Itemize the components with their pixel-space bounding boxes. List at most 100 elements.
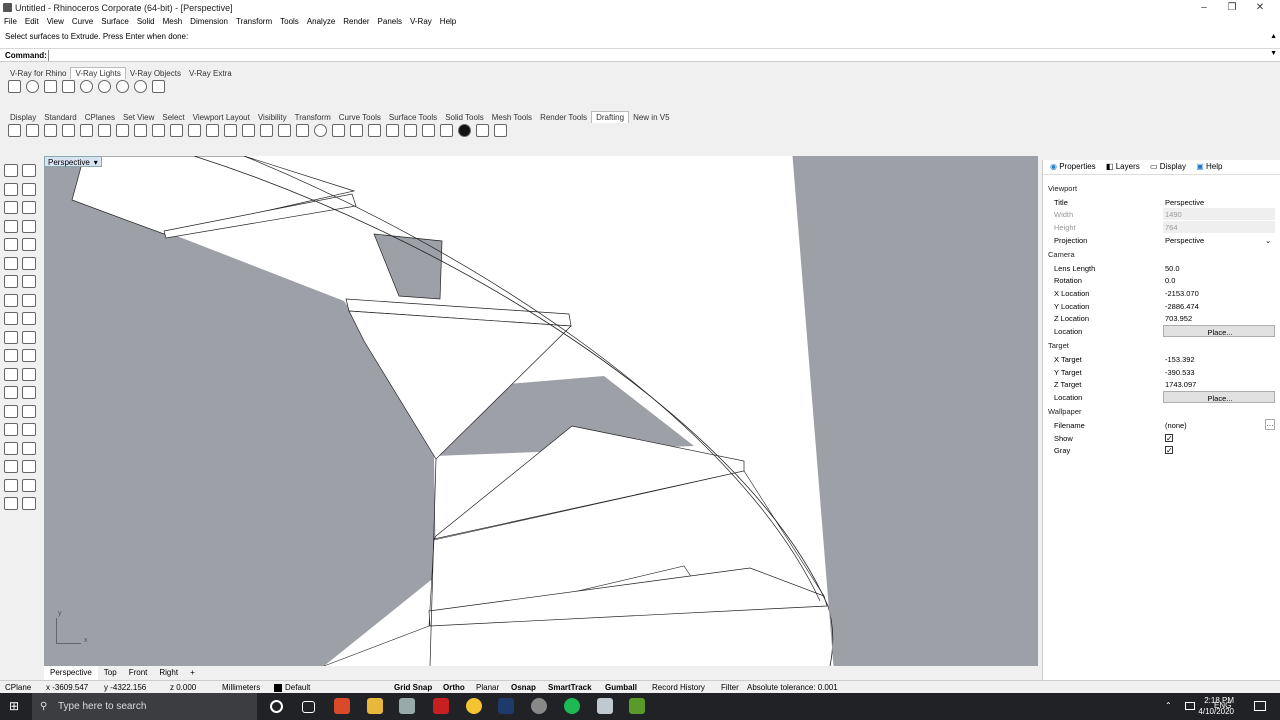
free-curve-tool-icon[interactable]	[4, 256, 18, 270]
menu-panels[interactable]: Panels	[374, 15, 406, 29]
polyline-tool-icon[interactable]	[4, 182, 18, 196]
polygon-tool-icon[interactable]	[22, 238, 36, 251]
offset-tool-icon[interactable]	[22, 256, 36, 270]
chrome-icon[interactable]	[466, 698, 482, 714]
spot-light-icon[interactable]	[44, 80, 57, 93]
tab-mesh-tools[interactable]: Mesh Tools	[488, 112, 536, 123]
scale-tool-icon[interactable]	[22, 349, 36, 362]
tab-visibility[interactable]: Visibility	[254, 112, 291, 123]
rotated-dim-icon[interactable]	[98, 124, 111, 137]
menu-file[interactable]: File	[0, 15, 21, 29]
tab-vray-objects[interactable]: V-Ray Objects	[126, 68, 185, 79]
prop-y-target-value[interactable]: -390.533	[1163, 366, 1275, 378]
text-icon[interactable]	[224, 124, 237, 137]
prop-x-target-value[interactable]: -153.392	[1163, 353, 1275, 365]
tab-new-in-v5[interactable]: New in V5	[629, 112, 673, 123]
add-viewport-button[interactable]: +	[184, 666, 201, 680]
menu-render[interactable]: Render	[339, 15, 373, 29]
tab-surface-tools[interactable]: Surface Tools	[385, 112, 441, 123]
panel-tab-layers[interactable]: ◧ Layers	[1102, 160, 1144, 174]
notifications-icon[interactable]	[1254, 701, 1266, 711]
prop-y-location-value[interactable]: -2886.474	[1163, 300, 1275, 312]
tray-chevron-icon[interactable]: ⌃	[1165, 701, 1172, 710]
network-tool-icon[interactable]	[22, 423, 36, 436]
command-input[interactable]	[48, 50, 1266, 61]
copy-tool-icon[interactable]	[22, 330, 36, 344]
viewport-menu-icon[interactable]: ▾	[94, 158, 98, 167]
sphere-light-icon[interactable]	[26, 80, 39, 93]
menu-solid[interactable]: Solid	[133, 15, 159, 29]
menu-mesh[interactable]: Mesh	[159, 15, 187, 29]
rotate-tool-icon[interactable]	[4, 349, 18, 362]
tab-viewport-layout[interactable]: Viewport Layout	[189, 112, 254, 123]
omni-light-icon[interactable]	[80, 80, 93, 93]
task-view-icon[interactable]	[302, 701, 315, 713]
aligned-dim-icon[interactable]	[80, 124, 93, 137]
prop-z-target-value[interactable]: 1743.097	[1163, 378, 1275, 390]
block-icon[interactable]	[422, 124, 435, 137]
ellipse-tool-icon[interactable]	[22, 219, 36, 233]
rhino-taskbar-icon[interactable]	[399, 698, 415, 714]
select-tool-icon[interactable]	[4, 164, 18, 177]
cage-tool-icon[interactable]	[22, 497, 36, 510]
dimension-icon[interactable]	[62, 124, 75, 137]
dot-icon[interactable]	[458, 124, 471, 137]
sweep-tool-icon[interactable]	[22, 404, 36, 418]
browse-icon[interactable]: …	[1265, 419, 1275, 430]
text-block-icon[interactable]	[368, 124, 381, 137]
text-field-icon[interactable]	[386, 124, 399, 137]
dome-light-icon[interactable]	[116, 80, 129, 93]
circle-tool-icon[interactable]	[4, 219, 18, 233]
cylinder-tool-icon[interactable]	[4, 460, 18, 473]
surface-tool-icon[interactable]	[4, 386, 18, 399]
ies-light-icon[interactable]	[62, 80, 75, 93]
leader-icon[interactable]	[206, 124, 219, 137]
diameter-dim-icon[interactable]	[170, 124, 183, 137]
tab-drafting[interactable]: Drafting	[591, 111, 630, 123]
tab-standard[interactable]: Standard	[40, 112, 80, 123]
menu-curve[interactable]: Curve	[68, 15, 97, 29]
close-button[interactable]: ✕	[1244, 0, 1276, 15]
mirror-tool-icon[interactable]	[4, 367, 18, 381]
menu-vray[interactable]: V-Ray	[406, 15, 436, 29]
point-tool-icon[interactable]	[22, 164, 36, 177]
tab-select[interactable]: Select	[158, 112, 188, 123]
tab-vray-for-rhino[interactable]: V-Ray for Rhino	[6, 68, 70, 79]
solid-box-tool-icon[interactable]	[4, 441, 18, 455]
light-gen-icon[interactable]	[152, 80, 165, 93]
camera-place-button[interactable]: Place...	[1163, 325, 1275, 337]
mesh-light-icon[interactable]	[134, 80, 147, 93]
tab-vray-extra[interactable]: V-Ray Extra	[185, 68, 236, 79]
show-checkbox[interactable]	[1165, 432, 1173, 445]
gray-checkbox[interactable]	[1165, 444, 1173, 457]
tab-solid-tools[interactable]: Solid Tools	[441, 112, 488, 123]
cortana-icon[interactable]	[270, 700, 283, 713]
prop-filename-value[interactable]: (none)	[1163, 419, 1275, 431]
menu-edit[interactable]: Edit	[21, 15, 43, 29]
tab-cplanes[interactable]: CPlanes	[81, 112, 119, 123]
fillet-tool-icon[interactable]	[4, 275, 18, 288]
panel-tab-properties[interactable]: ◉ Properties	[1046, 160, 1100, 174]
tab-set-view[interactable]: Set View	[119, 112, 158, 123]
radius-dim-icon[interactable]	[152, 124, 165, 137]
viewport-tab-front[interactable]: Front	[123, 666, 154, 680]
layout-icon[interactable]	[494, 124, 507, 137]
sun-icon[interactable]	[98, 80, 111, 93]
perspective-viewport[interactable]: x y ➤	[44, 156, 1038, 666]
viewport-title[interactable]: Perspective ▾	[44, 156, 102, 167]
move-tool-icon[interactable]	[4, 330, 18, 344]
panel-tab-display[interactable]: ▭ Display	[1146, 160, 1190, 174]
menu-surface[interactable]: Surface	[97, 15, 133, 29]
tab-render-tools[interactable]: Render Tools	[536, 112, 591, 123]
menu-tools[interactable]: Tools	[276, 15, 303, 29]
tab-vray-lights[interactable]: V-Ray Lights	[70, 67, 126, 79]
hatch-icon[interactable]	[296, 124, 309, 137]
angle-dim-icon[interactable]	[116, 124, 129, 137]
text-edit-icon[interactable]	[404, 124, 417, 137]
tab-display[interactable]: Display	[6, 112, 40, 123]
mesh-tool-icon[interactable]	[4, 497, 18, 510]
panel-tab-help[interactable]: ▣ Help	[1192, 160, 1226, 174]
viewport-tab-right[interactable]: Right	[153, 666, 184, 680]
windows-start-icon[interactable]: ⊞	[9, 700, 22, 713]
acrobat-icon[interactable]	[433, 698, 449, 714]
